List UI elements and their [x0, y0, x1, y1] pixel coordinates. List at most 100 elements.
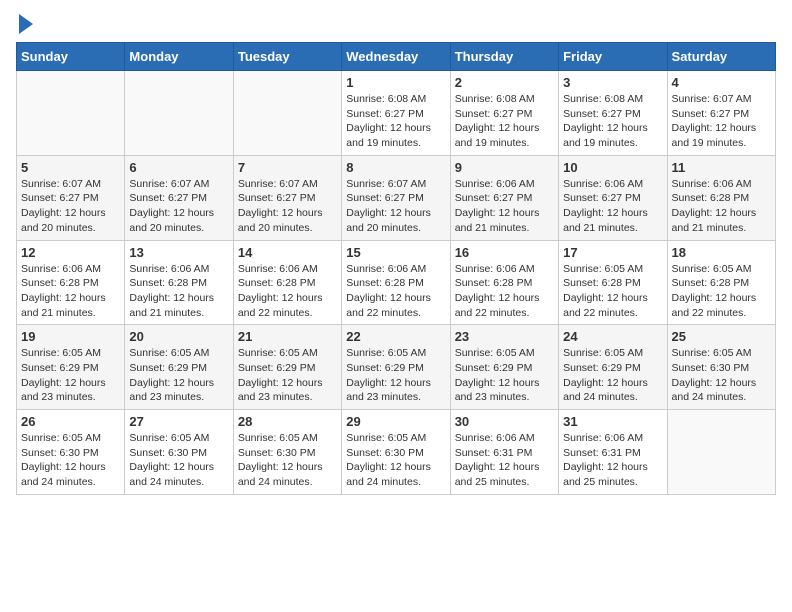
day-info: Sunrise: 6:05 AM Sunset: 6:30 PM Dayligh…	[21, 431, 120, 490]
calendar-cell: 30 Sunrise: 6:06 AM Sunset: 6:31 PM Dayli…	[450, 410, 558, 495]
day-info: Sunrise: 6:06 AM Sunset: 6:28 PM Dayligh…	[129, 262, 228, 321]
day-info: Sunrise: 6:05 AM Sunset: 6:30 PM Dayligh…	[672, 346, 771, 405]
logo-arrow-icon	[19, 14, 33, 34]
day-number: 23	[455, 329, 554, 344]
calendar-cell: 6 Sunrise: 6:07 AM Sunset: 6:27 PM Daylig…	[125, 155, 233, 240]
day-info: Sunrise: 6:05 AM Sunset: 6:29 PM Dayligh…	[563, 346, 662, 405]
day-number: 16	[455, 245, 554, 260]
day-number: 3	[563, 75, 662, 90]
calendar-cell: 8 Sunrise: 6:07 AM Sunset: 6:27 PM Daylig…	[342, 155, 450, 240]
page-header	[16, 16, 776, 30]
day-number: 20	[129, 329, 228, 344]
day-number: 12	[21, 245, 120, 260]
calendar-week-row: 12 Sunrise: 6:06 AM Sunset: 6:28 PM Dayli…	[17, 240, 776, 325]
calendar-cell: 29 Sunrise: 6:05 AM Sunset: 6:30 PM Dayli…	[342, 410, 450, 495]
calendar-cell: 2 Sunrise: 6:08 AM Sunset: 6:27 PM Daylig…	[450, 71, 558, 156]
day-number: 8	[346, 160, 445, 175]
calendar-cell: 11 Sunrise: 6:06 AM Sunset: 6:28 PM Dayli…	[667, 155, 775, 240]
day-number: 13	[129, 245, 228, 260]
calendar-cell	[125, 71, 233, 156]
day-info: Sunrise: 6:08 AM Sunset: 6:27 PM Dayligh…	[346, 92, 445, 151]
calendar-cell: 10Sunrise: 6:06 AM Sunset: 6:27 PM Dayli…	[559, 155, 667, 240]
day-info: Sunrise: 6:05 AM Sunset: 6:29 PM Dayligh…	[346, 346, 445, 405]
calendar-cell: 25Sunrise: 6:05 AM Sunset: 6:30 PM Dayli…	[667, 325, 775, 410]
calendar-cell: 5 Sunrise: 6:07 AM Sunset: 6:27 PM Daylig…	[17, 155, 125, 240]
day-info: Sunrise: 6:07 AM Sunset: 6:27 PM Dayligh…	[672, 92, 771, 151]
day-info: Sunrise: 6:05 AM Sunset: 6:29 PM Dayligh…	[21, 346, 120, 405]
day-info: Sunrise: 6:06 AM Sunset: 6:31 PM Dayligh…	[563, 431, 662, 490]
day-number: 24	[563, 329, 662, 344]
day-info: Sunrise: 6:07 AM Sunset: 6:27 PM Dayligh…	[129, 177, 228, 236]
calendar-cell: 16 Sunrise: 6:06 AM Sunset: 6:28 PM Dayli…	[450, 240, 558, 325]
calendar-table: SundayMondayTuesdayWednesdayThursdayFrid…	[16, 42, 776, 495]
calendar-week-row: 5 Sunrise: 6:07 AM Sunset: 6:27 PM Daylig…	[17, 155, 776, 240]
calendar-cell: 26 Sunrise: 6:05 AM Sunset: 6:30 PM Dayli…	[17, 410, 125, 495]
day-info: Sunrise: 6:05 AM Sunset: 6:29 PM Dayligh…	[129, 346, 228, 405]
day-info: Sunrise: 6:05 AM Sunset: 6:30 PM Dayligh…	[238, 431, 337, 490]
calendar-cell: 7 Sunrise: 6:07 AM Sunset: 6:27 PM Daylig…	[233, 155, 341, 240]
day-info: Sunrise: 6:06 AM Sunset: 6:28 PM Dayligh…	[238, 262, 337, 321]
calendar-cell: 17 Sunrise: 6:05 AM Sunset: 6:28 PM Dayli…	[559, 240, 667, 325]
calendar-header-sunday: Sunday	[17, 43, 125, 71]
day-number: 17	[563, 245, 662, 260]
calendar-header-wednesday: Wednesday	[342, 43, 450, 71]
day-number: 30	[455, 414, 554, 429]
calendar-cell: 22Sunrise: 6:05 AM Sunset: 6:29 PM Dayli…	[342, 325, 450, 410]
calendar-cell: 3 Sunrise: 6:08 AM Sunset: 6:27 PM Daylig…	[559, 71, 667, 156]
day-info: Sunrise: 6:07 AM Sunset: 6:27 PM Dayligh…	[21, 177, 120, 236]
day-number: 26	[21, 414, 120, 429]
day-number: 2	[455, 75, 554, 90]
day-number: 4	[672, 75, 771, 90]
day-info: Sunrise: 6:08 AM Sunset: 6:27 PM Dayligh…	[563, 92, 662, 151]
day-info: Sunrise: 6:06 AM Sunset: 6:27 PM Dayligh…	[455, 177, 554, 236]
day-info: Sunrise: 6:05 AM Sunset: 6:29 PM Dayligh…	[238, 346, 337, 405]
day-number: 6	[129, 160, 228, 175]
calendar-cell: 28 Sunrise: 6:05 AM Sunset: 6:30 PM Dayli…	[233, 410, 341, 495]
day-number: 15	[346, 245, 445, 260]
day-number: 18	[672, 245, 771, 260]
day-number: 28	[238, 414, 337, 429]
day-number: 19	[21, 329, 120, 344]
calendar-cell	[667, 410, 775, 495]
calendar-cell: 1 Sunrise: 6:08 AM Sunset: 6:27 PM Daylig…	[342, 71, 450, 156]
calendar-cell: 15Sunrise: 6:06 AM Sunset: 6:28 PM Dayli…	[342, 240, 450, 325]
calendar-cell	[233, 71, 341, 156]
logo	[16, 16, 33, 30]
calendar-week-row: 19 Sunrise: 6:05 AM Sunset: 6:29 PM Dayli…	[17, 325, 776, 410]
day-info: Sunrise: 6:06 AM Sunset: 6:31 PM Dayligh…	[455, 431, 554, 490]
day-number: 5	[21, 160, 120, 175]
calendar-header-friday: Friday	[559, 43, 667, 71]
calendar-cell: 20 Sunrise: 6:05 AM Sunset: 6:29 PM Dayli…	[125, 325, 233, 410]
day-number: 27	[129, 414, 228, 429]
calendar-header-tuesday: Tuesday	[233, 43, 341, 71]
day-info: Sunrise: 6:05 AM Sunset: 6:28 PM Dayligh…	[563, 262, 662, 321]
day-info: Sunrise: 6:08 AM Sunset: 6:27 PM Dayligh…	[455, 92, 554, 151]
day-info: Sunrise: 6:06 AM Sunset: 6:28 PM Dayligh…	[672, 177, 771, 236]
calendar-header-monday: Monday	[125, 43, 233, 71]
calendar-cell: 14 Sunrise: 6:06 AM Sunset: 6:28 PM Dayli…	[233, 240, 341, 325]
calendar-cell: 13 Sunrise: 6:06 AM Sunset: 6:28 PM Dayli…	[125, 240, 233, 325]
calendar-header-saturday: Saturday	[667, 43, 775, 71]
day-info: Sunrise: 6:07 AM Sunset: 6:27 PM Dayligh…	[238, 177, 337, 236]
day-info: Sunrise: 6:06 AM Sunset: 6:27 PM Dayligh…	[563, 177, 662, 236]
day-number: 9	[455, 160, 554, 175]
day-info: Sunrise: 6:06 AM Sunset: 6:28 PM Dayligh…	[21, 262, 120, 321]
day-info: Sunrise: 6:05 AM Sunset: 6:30 PM Dayligh…	[129, 431, 228, 490]
day-number: 21	[238, 329, 337, 344]
calendar-cell: 27 Sunrise: 6:05 AM Sunset: 6:30 PM Dayli…	[125, 410, 233, 495]
calendar-cell: 12 Sunrise: 6:06 AM Sunset: 6:28 PM Dayli…	[17, 240, 125, 325]
day-info: Sunrise: 6:06 AM Sunset: 6:28 PM Dayligh…	[455, 262, 554, 321]
day-info: Sunrise: 6:05 AM Sunset: 6:30 PM Dayligh…	[346, 431, 445, 490]
day-info: Sunrise: 6:07 AM Sunset: 6:27 PM Dayligh…	[346, 177, 445, 236]
day-number: 29	[346, 414, 445, 429]
calendar-header-row: SundayMondayTuesdayWednesdayThursdayFrid…	[17, 43, 776, 71]
calendar-header-thursday: Thursday	[450, 43, 558, 71]
calendar-cell: 19 Sunrise: 6:05 AM Sunset: 6:29 PM Dayli…	[17, 325, 125, 410]
day-number: 7	[238, 160, 337, 175]
calendar-cell: 4 Sunrise: 6:07 AM Sunset: 6:27 PM Daylig…	[667, 71, 775, 156]
day-number: 1	[346, 75, 445, 90]
calendar-cell: 21 Sunrise: 6:05 AM Sunset: 6:29 PM Dayli…	[233, 325, 341, 410]
day-number: 14	[238, 245, 337, 260]
day-number: 11	[672, 160, 771, 175]
calendar-cell	[17, 71, 125, 156]
